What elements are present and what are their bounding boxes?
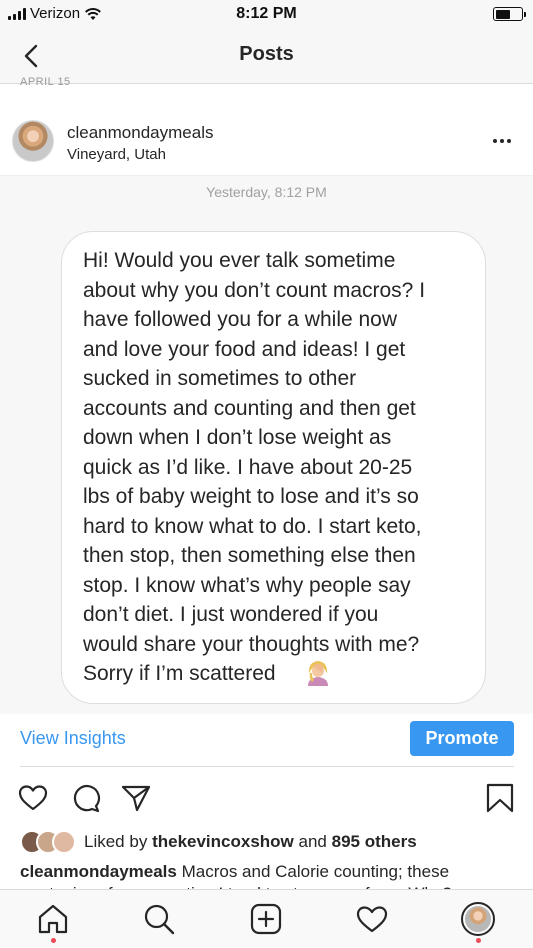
caption-text: Macros and Calorie counting; these <box>181 862 450 881</box>
likes-connector: and <box>298 832 327 851</box>
username[interactable]: cleanmondaymeals <box>67 123 213 143</box>
comment-icon[interactable] <box>69 782 101 814</box>
location[interactable]: Vineyard, Utah <box>67 146 166 163</box>
page-title: Posts <box>239 43 294 65</box>
battery-icon <box>493 7 526 21</box>
post-header: cleanmondaymeals Vineyard, Utah <box>0 108 533 176</box>
liker-avatars <box>20 830 80 854</box>
notification-dot <box>476 938 481 943</box>
liker-username[interactable]: thekevincoxshow <box>152 832 294 852</box>
message-timestamp: Yesterday, 8:12 PM <box>206 184 327 200</box>
ellipsis-icon[interactable] <box>493 132 515 150</box>
likes-count[interactable]: 895 others <box>332 832 417 852</box>
bookmark-icon[interactable] <box>484 782 516 814</box>
likes-summary[interactable]: Liked by thekevincoxshow and 895 others <box>20 830 417 854</box>
heart-icon[interactable] <box>17 782 49 814</box>
promote-button[interactable]: Promote <box>410 721 514 756</box>
view-insights-link[interactable]: View Insights <box>20 728 126 749</box>
profile-avatar[interactable] <box>461 902 495 936</box>
avatar <box>52 830 76 854</box>
battery-level <box>495 9 510 19</box>
home-icon[interactable] <box>36 902 70 936</box>
add-post-icon[interactable] <box>249 902 283 936</box>
liked-by-label: Liked by <box>84 832 148 851</box>
notification-dot <box>51 938 56 943</box>
caption-username[interactable]: cleanmondaymeals <box>20 862 177 881</box>
avatar[interactable] <box>12 120 54 162</box>
navigation-bar: Posts <box>0 28 533 84</box>
activity-heart-icon[interactable] <box>355 902 389 936</box>
share-icon[interactable] <box>120 782 152 814</box>
status-bar: Verizon 8:12 PM <box>0 0 533 28</box>
clock: 8:12 PM <box>236 5 297 22</box>
search-icon[interactable] <box>142 902 176 936</box>
caption: cleanmondaymeals Macros and Calorie coun… <box>20 862 520 882</box>
tab-bar <box>0 889 533 948</box>
message-text: Hi! Would you ever talk sometime about w… <box>83 249 426 685</box>
previous-post-date: APRIL 15 <box>20 76 71 88</box>
person-facepalming-emoji <box>308 661 328 686</box>
divider <box>20 766 514 767</box>
